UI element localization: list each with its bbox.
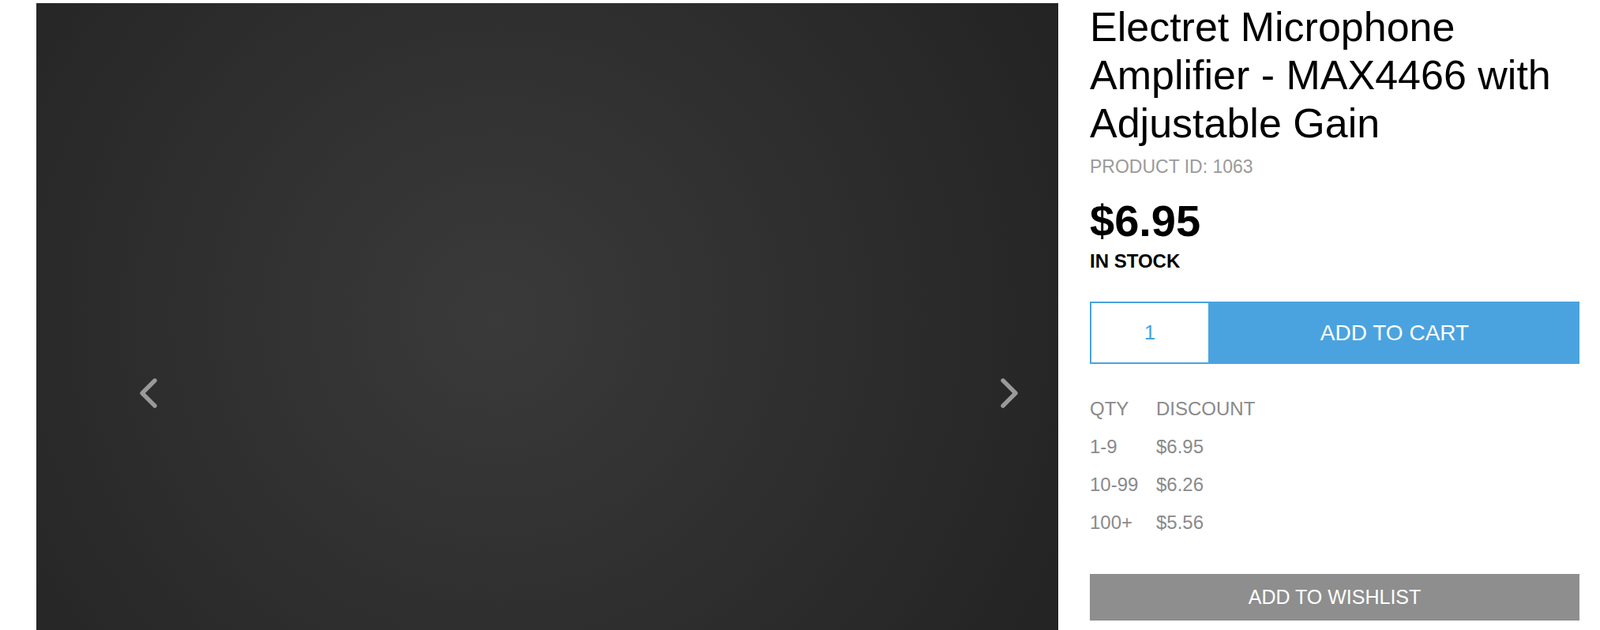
product-id: PRODUCT ID: 1063 [1089, 154, 1580, 179]
add-to-cart-button[interactable]: ADD TO CART [1209, 301, 1580, 365]
chevron-right-icon [984, 368, 1035, 419]
discount-price: $6.26 [1156, 470, 1580, 500]
discount-row: 10-99$6.26 [1089, 465, 1580, 504]
cart-row: ADD TO CART [1089, 301, 1580, 365]
stock-status: IN STOCK [1089, 249, 1580, 274]
gallery-next-button[interactable] [984, 368, 1035, 419]
add-to-wishlist-button[interactable]: ADD TO WISHLIST [1089, 574, 1580, 621]
discount-column-header: QTY [1089, 394, 1157, 424]
product-title: Electret Microphone Amplifier - MAX4466 … [1089, 3, 1580, 148]
product-details: Electret Microphone Amplifier - MAX4466 … [1089, 3, 1580, 630]
gallery-prev-button[interactable] [123, 368, 174, 419]
discount-table: QTYDISCOUNT1-9$6.9510-99$6.26100+$5.56 [1089, 390, 1580, 542]
discount-header: QTYDISCOUNT [1089, 390, 1580, 429]
product-page: Electret Microphone Amplifier - MAX4466 … [0, 0, 1600, 630]
quantity-input[interactable] [1089, 301, 1210, 365]
product-price: $6.95 [1089, 195, 1580, 247]
discount-qty: 1-9 [1089, 432, 1157, 462]
discount-column-header: DISCOUNT [1156, 394, 1580, 424]
discount-qty: 100+ [1089, 508, 1157, 538]
discount-row: 1-9$6.95 [1089, 428, 1580, 466]
chevron-left-icon [123, 368, 174, 419]
discount-price: $6.95 [1156, 432, 1580, 462]
discount-qty: 10-99 [1089, 470, 1157, 500]
discount-price: $5.56 [1156, 508, 1580, 538]
discount-row: 100+$5.56 [1089, 503, 1580, 542]
product-gallery [36, 3, 1059, 630]
